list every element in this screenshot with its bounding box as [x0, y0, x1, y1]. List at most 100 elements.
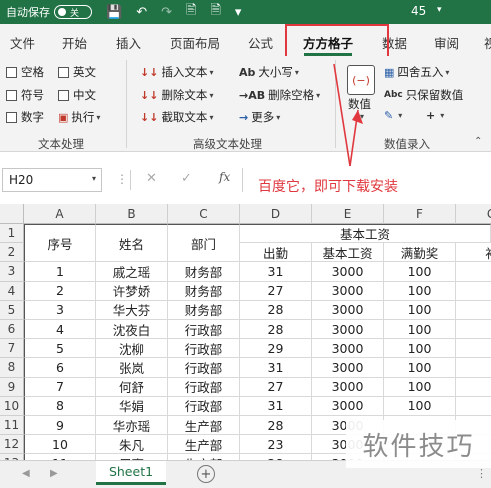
- tab-formulas[interactable]: 公式: [248, 33, 273, 52]
- table-cell[interactable]: 华亦瑶: [96, 416, 168, 436]
- row-header[interactable]: 7: [0, 339, 24, 359]
- header-cell-full[interactable]: 满勤奖: [384, 243, 456, 263]
- table-cell[interactable]: 9: [24, 416, 96, 436]
- tab-review[interactable]: 审阅: [434, 33, 459, 52]
- table-cell[interactable]: 3000: [312, 377, 384, 397]
- more-options-icon[interactable]: ⋮: [116, 172, 128, 186]
- table-cell[interactable]: 100: [384, 396, 456, 416]
- header-cell-extra[interactable]: 补: [456, 243, 491, 263]
- table-cell[interactable]: 财务部: [168, 281, 240, 301]
- tab-file[interactable]: 文件: [10, 33, 35, 52]
- table-cell[interactable]: [456, 378, 491, 397]
- row-header[interactable]: 10: [0, 396, 24, 416]
- table-cell[interactable]: 29: [240, 339, 312, 359]
- header-cell-base[interactable]: 基本工资: [312, 243, 384, 263]
- table-cell[interactable]: 28: [240, 300, 312, 320]
- header-cell-dept[interactable]: 部门: [168, 224, 240, 263]
- tab-more[interactable]: 视: [484, 33, 491, 52]
- collapse-ribbon-icon[interactable]: ⌃: [474, 136, 482, 147]
- table-cell[interactable]: 3: [24, 300, 96, 320]
- numeric-value-label[interactable]: 数值: [348, 96, 371, 112]
- name-box[interactable]: H20 ▾: [2, 168, 102, 192]
- insert-function-icon[interactable]: fx: [219, 170, 230, 184]
- confirm-icon[interactable]: ✓: [181, 171, 192, 186]
- table-cell[interactable]: 31: [240, 262, 312, 282]
- header-cell-attendance[interactable]: 出勤: [240, 243, 312, 263]
- table-cell[interactable]: [456, 301, 491, 320]
- add-sheet-icon[interactable]: +: [197, 465, 215, 483]
- table-cell[interactable]: 华大芬: [96, 300, 168, 320]
- table-cell[interactable]: 行政部: [168, 377, 240, 397]
- table-cell[interactable]: 行政部: [168, 339, 240, 359]
- save-icon[interactable]: 💾: [106, 5, 122, 20]
- customize-qat-icon[interactable]: ▾: [235, 5, 242, 20]
- table-cell[interactable]: 27: [240, 377, 312, 397]
- column-header[interactable]: D: [240, 204, 312, 224]
- table-cell[interactable]: 100: [384, 262, 456, 282]
- checkbox-chinese[interactable]: 中文: [58, 87, 96, 103]
- execute-button[interactable]: ▣ 执行 ▾: [58, 109, 100, 125]
- table-cell[interactable]: 3000: [312, 281, 384, 301]
- edit-button[interactable]: ✎ ▾: [384, 109, 402, 122]
- row-header[interactable]: 11: [0, 416, 24, 436]
- table-cell[interactable]: 28: [240, 320, 312, 340]
- column-header[interactable]: C: [168, 204, 240, 224]
- table-cell[interactable]: [456, 339, 491, 359]
- table-cell[interactable]: 5: [24, 339, 96, 359]
- tab-home[interactable]: 开始: [62, 33, 87, 52]
- numeric-value-icon[interactable]: (−): [347, 65, 375, 95]
- table-cell[interactable]: 何舒: [96, 377, 168, 397]
- row-header[interactable]: 2: [0, 243, 24, 263]
- more-button[interactable]: → 更多 ▾: [239, 109, 280, 125]
- document-icon[interactable]: 🗎: [210, 1, 220, 23]
- tab-page-layout[interactable]: 页面布局: [170, 33, 220, 52]
- table-cell[interactable]: 2: [24, 281, 96, 301]
- table-cell[interactable]: 3000: [312, 300, 384, 320]
- row-header[interactable]: 12: [0, 435, 24, 455]
- table-cell[interactable]: 财务部: [168, 300, 240, 320]
- plus-button[interactable]: + ▾: [426, 109, 444, 122]
- print-preview-icon[interactable]: 🖹: [186, 1, 196, 23]
- redo-icon[interactable]: ↷: [161, 5, 172, 20]
- row-header[interactable]: 6: [0, 320, 24, 340]
- table-cell[interactable]: 生产部: [168, 416, 240, 436]
- table-cell[interactable]: 华娟: [96, 396, 168, 416]
- prev-sheet-icon[interactable]: ◀: [22, 468, 30, 479]
- row-header[interactable]: 4: [0, 281, 24, 301]
- table-cell[interactable]: 1: [24, 262, 96, 282]
- tab-insert[interactable]: 插入: [116, 33, 141, 52]
- table-cell[interactable]: 3000: [312, 339, 384, 359]
- column-header[interactable]: F: [384, 204, 456, 224]
- table-cell[interactable]: 100: [384, 377, 456, 397]
- chevron-down-icon[interactable]: ▾: [92, 174, 96, 183]
- table-cell[interactable]: 行政部: [168, 320, 240, 340]
- checkbox-english[interactable]: 英文: [58, 64, 96, 80]
- column-header[interactable]: B: [96, 204, 168, 224]
- table-cell[interactable]: 6: [24, 358, 96, 378]
- round-button[interactable]: ▦ 四舍五入 ▾: [384, 64, 449, 80]
- delete-text-button[interactable]: ↓↓ 删除文本 ▾: [140, 87, 213, 103]
- more-options-icon[interactable]: ⋮: [476, 467, 487, 480]
- table-cell[interactable]: 戚之瑶: [96, 262, 168, 282]
- table-cell[interactable]: 3000: [312, 358, 384, 378]
- checkbox-number[interactable]: 数字: [6, 109, 44, 125]
- table-cell[interactable]: 3000: [312, 262, 384, 282]
- table-cell[interactable]: 100: [384, 300, 456, 320]
- table-cell[interactable]: [456, 282, 491, 301]
- checkbox-symbol[interactable]: 符号: [6, 87, 44, 103]
- case-button[interactable]: Ab 大小写 ▾: [239, 64, 299, 80]
- table-cell[interactable]: 100: [384, 339, 456, 359]
- table-cell[interactable]: 生产部: [168, 435, 240, 455]
- sheet-tab-sheet1[interactable]: Sheet1: [96, 461, 166, 485]
- table-cell[interactable]: 7: [24, 377, 96, 397]
- table-cell[interactable]: 3000: [312, 320, 384, 340]
- table-cell[interactable]: [456, 320, 491, 340]
- table-cell[interactable]: 沈夜白: [96, 320, 168, 340]
- table-cell[interactable]: 行政部: [168, 358, 240, 378]
- autosave-toggle[interactable]: 关: [54, 5, 92, 19]
- table-cell[interactable]: 沈柳: [96, 339, 168, 359]
- column-header[interactable]: A: [24, 204, 96, 224]
- header-cell-seq[interactable]: 序号: [24, 224, 96, 263]
- delete-space-button[interactable]: →AB 删除空格 ▾: [239, 87, 320, 103]
- table-cell[interactable]: 23: [240, 435, 312, 455]
